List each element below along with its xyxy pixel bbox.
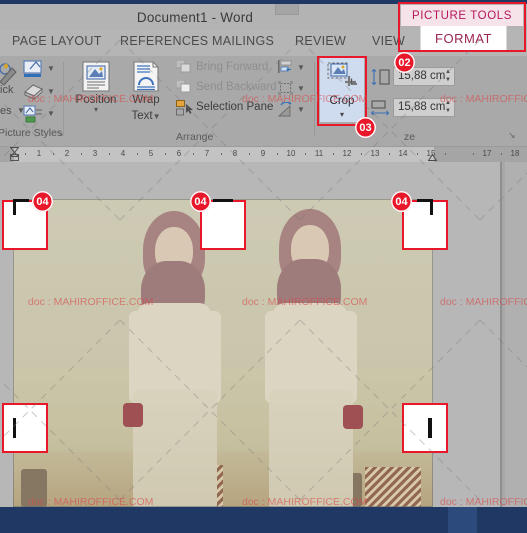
ruler-mark-8: 8 xyxy=(232,149,238,158)
tab-page-layout[interactable]: PAGE LAYOUT xyxy=(12,34,102,48)
wrap-text-label2: Text xyxy=(131,110,153,122)
tab-mailings[interactable]: MAILINGS xyxy=(212,34,274,48)
spinner-up-icon[interactable]: ▲ xyxy=(445,69,451,76)
ruler-mark-2: 2 xyxy=(64,149,70,158)
callout-badge-04-center: 04 xyxy=(190,191,211,212)
ruler-mark-3: 3 xyxy=(92,149,98,158)
ruler-mark-4: 4 xyxy=(120,149,126,158)
send-backward-icon xyxy=(176,80,191,93)
group-divider xyxy=(314,62,315,136)
rotate-objects-icon[interactable] xyxy=(278,102,295,117)
ruler-mark-10: 10 xyxy=(286,149,296,158)
right-indent-marker[interactable] xyxy=(428,154,437,161)
group-label-picture-styles: Picture Styles xyxy=(0,127,63,139)
ruler-mark-7: 7 xyxy=(204,149,210,158)
ruler-mark-1: 1 xyxy=(36,149,42,158)
send-backward-label[interactable]: Send Backward xyxy=(196,81,277,93)
ribbon: ▼ ▼ ▼ ick es ▼ Picture Styles ↘ Position… xyxy=(0,56,527,147)
ruler-mark-11: 11 xyxy=(314,149,324,158)
chevron-down-icon[interactable]: ▾ xyxy=(68,106,124,114)
print-layout-active-indicator xyxy=(448,507,477,533)
spinner-down-icon[interactable]: ▼ xyxy=(445,77,451,84)
page-edge xyxy=(500,162,502,507)
group-label-arrange: Arrange xyxy=(176,131,214,143)
wrap-text-button[interactable]: Wrap Text▼ xyxy=(118,60,174,124)
align-objects-icon[interactable] xyxy=(278,60,294,74)
picture-effects-icon[interactable] xyxy=(22,82,46,100)
tab-references[interactable]: REFERENCES xyxy=(120,34,208,48)
callout-badge-02: 02 xyxy=(394,52,415,73)
chevron-down-icon[interactable]: ▼ xyxy=(47,64,55,73)
chevron-down-icon[interactable]: ▼ xyxy=(47,87,55,96)
chevron-down-icon[interactable]: ▼ xyxy=(297,84,305,93)
chevron-down-icon[interactable]: ▼ xyxy=(153,112,161,121)
ruler-mark-17: 17 xyxy=(482,149,492,158)
callout-badge-04-right: 04 xyxy=(391,191,412,212)
selection-pane-icon xyxy=(176,100,193,116)
ruler-track xyxy=(14,147,492,162)
spinner-up-icon[interactable]: ▲ xyxy=(445,100,451,107)
left-indent-marker[interactable] xyxy=(10,154,19,161)
spinner-down-icon[interactable]: ▼ xyxy=(445,108,451,115)
chevron-down-icon[interactable]: ▼ xyxy=(297,63,305,72)
ruler-mark-14: 14 xyxy=(398,149,408,158)
bring-forward-icon xyxy=(176,60,191,73)
picture-layout-icon[interactable] xyxy=(22,104,46,124)
word-window: Document1 - Word PAGE LAYOUT REFERENCES … xyxy=(0,0,527,533)
ruler-mark-18: 18 xyxy=(510,149,520,158)
ruler-mark-12: 12 xyxy=(342,149,352,158)
group-objects-icon[interactable] xyxy=(278,81,294,95)
callout-box-crop-handle-middle-left xyxy=(2,403,48,453)
vertical-scrollbar[interactable] xyxy=(505,162,527,507)
chevron-down-icon[interactable]: ▼ xyxy=(297,105,305,114)
picture-styles-partial-label-1: ick xyxy=(0,84,14,96)
tab-review[interactable]: REVIEW xyxy=(295,34,346,48)
selection-pane-label[interactable]: Selection Pane xyxy=(196,101,273,113)
ruler-mark-13: 13 xyxy=(370,149,380,158)
chevron-down-icon[interactable]: ▼ xyxy=(47,109,55,118)
callout-badge-03: 03 xyxy=(355,117,376,138)
callout-badge-04-left: 04 xyxy=(32,191,53,212)
group-label-size: ze xyxy=(404,131,416,143)
crop-label: Crop xyxy=(329,95,355,107)
ruler-mark-9: 9 xyxy=(260,149,266,158)
shape-height-icon xyxy=(371,69,390,85)
bring-forward-label[interactable]: Bring Forward xyxy=(196,61,268,73)
position-icon xyxy=(82,61,110,92)
ruler-mark-6: 6 xyxy=(176,149,182,158)
shape-width-icon xyxy=(371,100,390,116)
ruler-mark-5: 5 xyxy=(148,149,154,158)
callout-box-crop-handle-middle-right xyxy=(402,403,448,453)
picture-styles-partial-label-2: es xyxy=(0,105,12,117)
group-picture-styles: ▼ ▼ ▼ ick es ▼ Picture Styles ↘ xyxy=(0,56,64,146)
wrap-text-icon xyxy=(133,61,159,92)
chevron-down-icon[interactable]: ▼ xyxy=(17,106,25,115)
wrap-text-label: Wrap xyxy=(132,94,160,106)
picture-border-icon[interactable] xyxy=(22,59,46,79)
size-dialog-launcher-icon[interactable]: ↘ xyxy=(508,130,516,141)
crop-icon xyxy=(327,62,357,86)
horizontal-ruler[interactable]: 1 2 3 4 5 6 7 8 9 10 11 12 13 14 15 17 1… xyxy=(0,147,527,162)
document-title: Document1 - Word xyxy=(136,10,254,25)
tab-format[interactable]: FORMAT xyxy=(420,26,507,50)
shape-width-field[interactable]: 15,88 cm ▲ ▼ xyxy=(393,98,455,117)
shape-width-value: 15,88 cm xyxy=(398,101,446,113)
picture-tools-label: PICTURE TOOLS xyxy=(401,5,523,26)
position-button[interactable]: Position ▾ xyxy=(68,60,124,114)
chevron-down-icon[interactable]: ▾ xyxy=(320,110,364,119)
group-divider xyxy=(63,62,64,136)
